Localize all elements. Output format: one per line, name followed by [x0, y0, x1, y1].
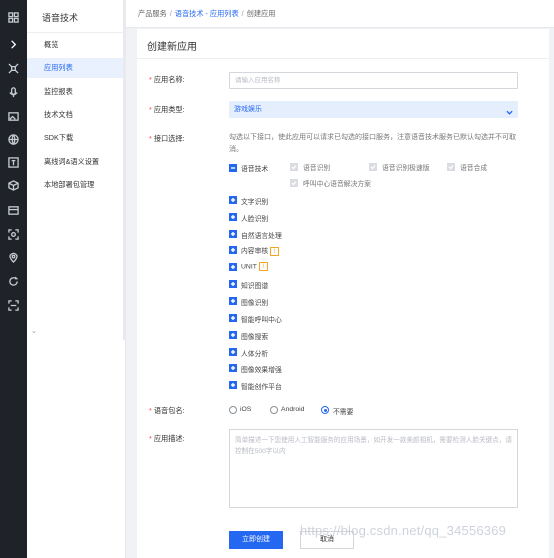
app-description-textarea[interactable]: 简单描述一下您使用人工智能服务的应用场景，如开发一款美颜相机，需要检测人脸关键点…: [229, 429, 518, 508]
title-divider: [137, 58, 549, 59]
app-name-input[interactable]: 请输入应用名称: [229, 72, 518, 89]
expand-icon[interactable]: [229, 230, 237, 238]
warning-badge: !: [258, 262, 268, 271]
checkbox-speech-synthesis: [447, 163, 455, 171]
expand-icon[interactable]: [229, 348, 237, 356]
secondary-menu: 语音技术 概览 应用列表 监控报表 技术文档 SDK下载 离线词&语义设置 本地…: [27, 0, 126, 558]
app-type-select[interactable]: 游戏娱乐: [229, 101, 518, 118]
warning-badge: !: [270, 246, 280, 256]
radio-not-needed-label[interactable]: 不需要: [333, 406, 353, 416]
checkbox-speech-recognition: [290, 163, 298, 171]
option-call-center-speech: 呼叫中心语音解决方案: [303, 181, 371, 188]
text-icon[interactable]: [7, 156, 20, 169]
expand-icon[interactable]: [229, 381, 237, 389]
menu-item-offline-words[interactable]: 离线词&语义设置: [27, 152, 126, 172]
grid-icon[interactable]: [7, 11, 20, 24]
chevron-down-icon[interactable]: ⌄: [31, 327, 37, 335]
app-name-label: * 应用名称:: [149, 75, 185, 84]
radio-not-needed[interactable]: [321, 406, 329, 414]
api-group-ocr[interactable]: 文字识别: [241, 196, 268, 206]
api-description: 勾选以下接口，使此应用可以请求已勾选的接口服务，注意语音技术服务已默认勾选并不可…: [229, 134, 516, 153]
api-group-image-enhance[interactable]: 图像效果增强: [241, 364, 282, 374]
menu-item-app-list[interactable]: 应用列表: [27, 58, 126, 78]
page-title: 创建新应用: [147, 42, 197, 53]
menu-item-sdk-download[interactable]: SDK下载: [27, 128, 126, 148]
menu-item-local-deploy[interactable]: 本地部署包管理: [27, 175, 126, 195]
face-scan-icon[interactable]: [7, 228, 20, 241]
chevron-down-icon: [506, 106, 513, 115]
radio-android[interactable]: [270, 406, 278, 414]
app-description-label: * 应用描述:: [149, 434, 185, 443]
scan-icon[interactable]: [7, 299, 20, 312]
radio-android-label[interactable]: Android: [281, 406, 304, 413]
api-group-body-analysis[interactable]: 人体分析: [241, 348, 268, 358]
api-group-speech[interactable]: 语音技术: [241, 163, 268, 173]
watermark: https://blog.csdn.net/qq_34556369: [300, 523, 507, 538]
expand-icon[interactable]: [229, 314, 237, 322]
api-select-label: * 接口选择:: [149, 134, 185, 143]
checkbox-speech-recognition-fast: [369, 163, 377, 171]
expand-icon[interactable]: [229, 263, 237, 271]
breadcrumb: 产品服务 / 语音技术 - 应用列表 / 创建应用: [126, 0, 554, 28]
api-group-creative-platform[interactable]: 智能创作平台: [241, 381, 282, 391]
option-speech-recognition-fast: 语音识别极速版: [382, 165, 430, 172]
option-speech-synthesis: 语音合成: [460, 165, 488, 172]
expand-icon[interactable]: [229, 364, 237, 372]
screen-icon[interactable]: [7, 204, 20, 217]
checkbox-call-center-speech: [290, 179, 298, 187]
icon-rail: [0, 0, 27, 558]
expand-icon[interactable]: [229, 331, 237, 339]
breadcrumb-link[interactable]: 语音技术 - 应用列表: [175, 9, 239, 18]
menu-divider: [27, 32, 126, 33]
image-icon[interactable]: [7, 110, 20, 123]
menu-item-monitoring[interactable]: 监控报表: [27, 82, 126, 102]
breadcrumb-current: 创建应用: [246, 9, 276, 18]
expand-icon[interactable]: [229, 196, 237, 204]
app-type-label: * 应用类型:: [149, 105, 185, 114]
expand-icon[interactable]: [229, 297, 237, 305]
cube-icon[interactable]: [7, 179, 20, 192]
microphone-icon[interactable]: [7, 86, 20, 99]
menu-scrollbar[interactable]: [123, 0, 126, 340]
api-group-image-search[interactable]: 图像搜索: [241, 331, 268, 341]
map-pin-icon[interactable]: [7, 251, 20, 264]
create-app-card: 创建新应用 * 应用名称: 请输入应用名称 * 应用类型: 游戏娱乐 * 接口选择: …: [137, 29, 549, 558]
refresh-icon[interactable]: [7, 275, 20, 288]
api-group-unit[interactable]: UNIT!: [241, 262, 268, 271]
expand-icon[interactable]: [229, 213, 237, 221]
radio-ios[interactable]: [229, 406, 237, 414]
chevron-right-icon[interactable]: [7, 38, 20, 51]
collapse-icon[interactable]: [229, 164, 237, 172]
breadcrumb-separator: /: [169, 9, 172, 18]
api-group-knowledge-graph[interactable]: 知识图谱: [241, 280, 268, 290]
package-label: * 语音包名:: [149, 406, 185, 415]
globe-icon[interactable]: [7, 133, 20, 146]
breadcrumb-root[interactable]: 产品服务: [138, 9, 167, 18]
expand-icon[interactable]: [229, 280, 237, 288]
expand-icon[interactable]: [229, 246, 237, 254]
api-group-nlp[interactable]: 自然语言处理: [241, 230, 282, 240]
api-group-call-center[interactable]: 智能呼叫中心: [241, 314, 282, 324]
api-group-image-recognition[interactable]: 图像识别: [241, 297, 268, 307]
option-speech-recognition: 语音识别: [303, 165, 331, 172]
drone-icon[interactable]: [7, 62, 20, 75]
api-group-content-review[interactable]: 内容审核!: [241, 245, 280, 256]
radio-ios-label[interactable]: iOS: [240, 406, 251, 413]
menu-title: 语音技术: [42, 13, 79, 23]
menu-item-overview[interactable]: 概览: [27, 35, 126, 55]
api-group-face[interactable]: 人脸识别: [241, 213, 268, 223]
breadcrumb-separator: /: [241, 9, 244, 18]
menu-item-docs[interactable]: 技术文档: [27, 105, 126, 125]
create-button[interactable]: 立即创建: [229, 531, 283, 549]
